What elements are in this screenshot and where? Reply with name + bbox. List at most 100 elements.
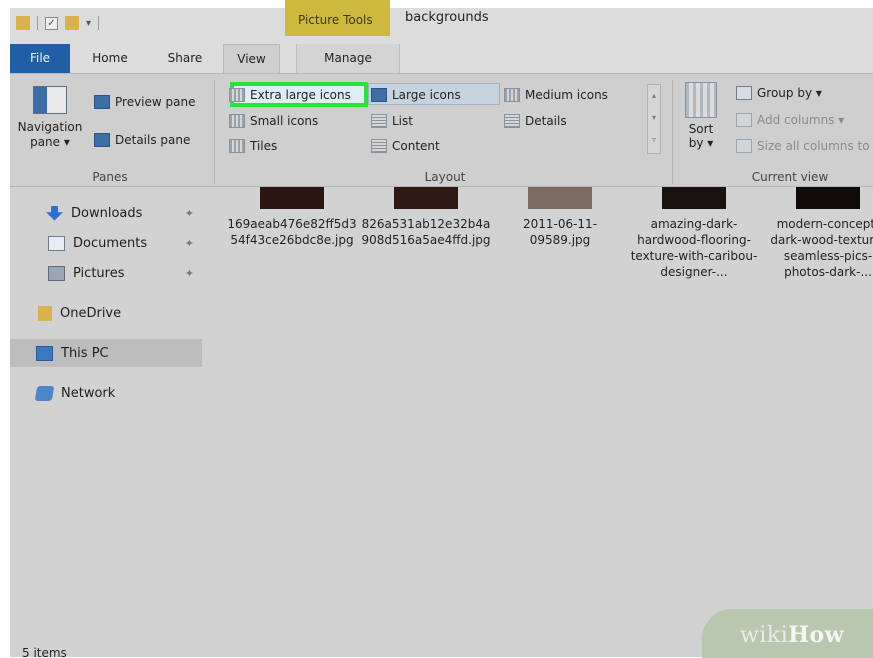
nav-item-documents[interactable]: Documents ✦ [10,229,202,257]
large-icons-button[interactable]: Large icons [371,85,461,105]
picture-tools-label: Picture Tools [298,13,373,27]
file-name: modern-concept-dark-wood-texture-seamles… [770,217,873,279]
sort-by-dropdown-arrow: ▾ [707,136,714,150]
list-button[interactable]: List [371,111,413,131]
properties-check-icon[interactable]: ✓ [45,16,58,30]
details-button[interactable]: Details [504,111,567,131]
file-item[interactable]: 826a531ab12e32b4a908d516a5ae4ffd.jpg [360,187,492,248]
file-item[interactable]: 2011-06-11-09589.jpg [494,187,626,248]
tab-manage[interactable]: Manage [296,44,400,73]
tab-home[interactable]: Home [82,44,138,73]
details-pane-label: Details pane [115,133,191,147]
wikihow-logo: wikiHow [740,622,844,648]
add-columns-label: Add columns ▾ [757,113,845,127]
pin-icon[interactable]: ✦ [185,207,194,220]
nav-item-onedrive[interactable]: OneDrive [10,299,202,327]
size-all-columns-button[interactable]: Size all columns to fit [736,136,873,156]
status-bar-item-count: 5 items [22,646,67,658]
details-pane-icon [94,133,110,147]
nav-item-label: Pictures [73,265,125,281]
extra-large-icons-icon [229,88,245,102]
list-icon [371,114,387,128]
group-by-label: Group by ▾ [757,86,822,100]
navigation-pane-button[interactable]: Navigation pane ▾ [14,86,86,150]
computer-icon [36,345,53,361]
nav-item-label: Documents [73,235,148,251]
extra-large-icons-button[interactable]: Extra large icons [229,85,351,105]
wikihow-logo-wiki: wiki [740,623,789,648]
content-label: Content [392,139,440,153]
file-thumbnail[interactable] [662,187,726,209]
nav-item-this-pc[interactable]: This PC [10,339,202,367]
nav-item-pictures[interactable]: Pictures ✦ [10,259,202,287]
file-thumbnail[interactable] [394,187,458,209]
nav-item-label: Downloads [71,205,143,221]
preview-pane-icon [94,95,110,109]
medium-icons-button[interactable]: Medium icons [504,85,608,105]
file-name: 2011-06-11-09589.jpg [522,217,598,247]
layout-gallery-scrollbar[interactable]: ▴ ▾ ▿ [647,84,661,154]
download-arrow-icon [46,205,63,221]
sort-by-button[interactable]: Sort by ▾ [680,82,722,150]
group-by-button[interactable]: Group by ▾ [736,83,822,103]
file-thumbnail[interactable] [796,187,860,209]
tiles-label: Tiles [250,139,278,153]
content-button[interactable]: Content [371,136,440,156]
separator [98,16,100,30]
tab-share[interactable]: Share [160,44,210,73]
nav-item-label: OneDrive [60,305,122,321]
small-icons-button[interactable]: Small icons [229,111,318,131]
file-thumbnail[interactable] [260,187,324,209]
tab-view[interactable]: View [223,44,280,73]
nav-item-downloads[interactable]: Downloads ✦ [10,199,202,227]
tiles-icon [229,139,245,153]
add-columns-icon [736,113,752,127]
customize-toolbar-icon[interactable]: ▾ [86,18,91,29]
add-columns-button[interactable]: Add columns ▾ [736,110,844,130]
nav-item-label: This PC [61,345,109,361]
scroll-down-icon[interactable]: ▾ [648,107,660,129]
new-folder-icon[interactable] [65,16,79,30]
pictures-icon [48,265,65,281]
file-item[interactable]: amazing-dark-hardwood-flooring-texture-w… [628,187,760,280]
extra-large-icons-label: Extra large icons [250,88,351,102]
pin-icon[interactable]: ✦ [185,237,194,250]
content-icon [371,139,387,153]
list-label: List [392,114,413,128]
preview-pane-button[interactable]: Preview pane [94,92,195,112]
medium-icons-label: Medium icons [525,88,608,102]
navigation-pane-label: Navigation pane [17,120,83,149]
file-thumbnail[interactable] [528,187,592,209]
size-all-columns-label: Size all columns to fit [757,139,873,153]
medium-icons-icon [504,88,520,102]
scroll-up-icon[interactable]: ▴ [648,85,660,107]
ribbon-tabs: File Home Share View Manage [10,44,873,73]
separator [37,16,38,30]
file-name: 826a531ab12e32b4a908d516a5ae4ffd.jpg [361,217,491,247]
details-pane-button[interactable]: Details pane [94,130,190,150]
file-name: amazing-dark-hardwood-flooring-texture-w… [630,217,758,279]
pin-icon[interactable]: ✦ [185,267,194,280]
quick-access-toolbar: ✓ ▾ [16,16,100,30]
network-icon [34,385,55,401]
ribbon-view: Navigation pane ▾ Preview pane Details p… [10,73,873,187]
tiles-button[interactable]: Tiles [229,136,277,156]
window-title: backgrounds [405,10,489,25]
file-item[interactable]: modern-concept-dark-wood-texture-seamles… [762,187,873,280]
large-icons-icon [371,88,387,102]
details-label: Details [525,114,567,128]
file-item[interactable]: 169aeab476e82ff5d354f43ce26bdc8e.jpg [226,187,358,248]
more-options-icon[interactable]: ▿ [648,129,660,151]
file-name: 169aeab476e82ff5d354f43ce26bdc8e.jpg [227,217,357,247]
layout-group-label: Layout [424,170,466,184]
tab-file[interactable]: File [10,44,70,73]
folder-icon [16,16,30,30]
nav-item-network[interactable]: Network [10,379,202,407]
file-list: 169aeab476e82ff5d354f43ce26bdc8e.jpg 826… [220,187,873,307]
group-separator [672,80,673,184]
preview-pane-label: Preview pane [115,95,196,109]
nav-item-label: Network [61,385,116,401]
panes-group-label: Panes [92,170,128,184]
wikihow-logo-how: How [788,622,845,648]
onedrive-folder-icon [38,305,52,321]
